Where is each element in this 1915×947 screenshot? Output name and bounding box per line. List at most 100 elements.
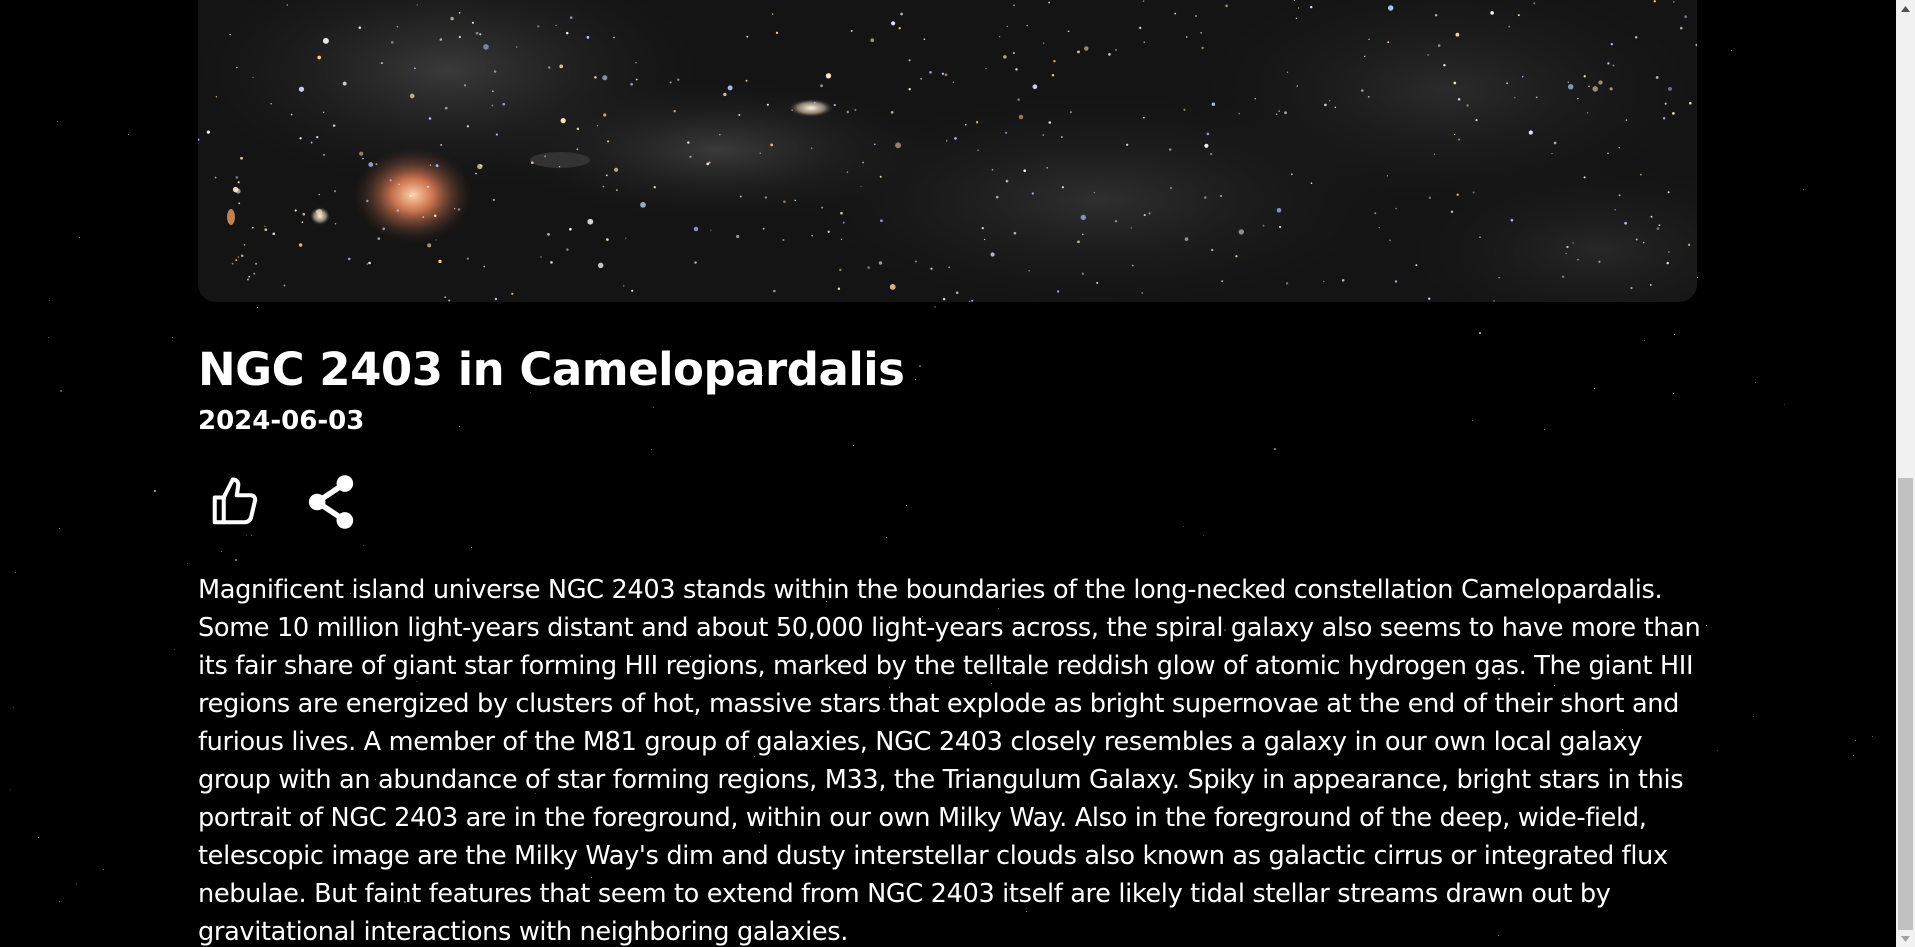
photo-star (428, 117, 432, 120)
photo-star (1577, 97, 1579, 100)
background-star (1183, 526, 1184, 527)
photo-star (1220, 195, 1222, 197)
like-button[interactable] (206, 470, 264, 534)
photo-star (1517, 14, 1520, 17)
photo-star (1184, 237, 1189, 241)
photo-star (1635, 238, 1638, 241)
photo-star (1323, 280, 1325, 283)
photo-star (587, 218, 594, 225)
photo-star (1018, 114, 1024, 120)
photo-star (548, 66, 551, 69)
vertical-scrollbar[interactable] (1896, 0, 1915, 947)
photo-star (942, 297, 946, 301)
photo-star (1650, 215, 1653, 218)
photo-star (1324, 103, 1327, 107)
photo-star (677, 78, 680, 81)
photo-star (890, 111, 894, 114)
background-star (128, 134, 129, 135)
photo-star (332, 124, 336, 127)
photo-star (1013, 4, 1015, 7)
photo-star (1598, 80, 1603, 85)
photo-star (398, 183, 400, 186)
photo-star (240, 254, 244, 258)
photo-star (483, 44, 489, 50)
background-star (1644, 340, 1645, 341)
scroll-up-arrow-icon[interactable] (1896, 0, 1915, 17)
photo-star (954, 137, 957, 140)
photo-star (1687, 243, 1691, 246)
photo-star (299, 137, 302, 140)
photo-star (463, 84, 467, 87)
photo-star (362, 157, 364, 160)
photo-star (975, 121, 979, 124)
photo-star (448, 299, 451, 302)
photo-star (1210, 152, 1213, 156)
photo-star (773, 289, 776, 293)
photo-star (1689, 101, 1692, 105)
background-star (651, 449, 652, 450)
photo-star (640, 202, 646, 208)
background-star (154, 490, 156, 492)
photo-star (243, 244, 246, 246)
photo-star (635, 61, 637, 64)
photo-star (900, 12, 903, 16)
photo-star (491, 104, 494, 107)
photo-star (1662, 117, 1666, 120)
photo-star (238, 202, 241, 205)
photo-star (880, 219, 883, 223)
photo-star (298, 243, 303, 247)
photo-star (396, 25, 399, 28)
photo-star (1096, 281, 1099, 284)
photo-star (1048, 1, 1050, 4)
photo-star (1566, 245, 1569, 249)
photo-star (1668, 251, 1670, 253)
photo-star (1364, 55, 1366, 58)
photo-star (840, 238, 843, 241)
photo-star (653, 186, 656, 189)
photo-star (1535, 96, 1538, 99)
background-star (1872, 736, 1873, 737)
photo-star (981, 226, 984, 230)
background-star (1755, 382, 1756, 383)
photo-star (1291, 173, 1293, 175)
photo-star (426, 185, 429, 188)
photo-star (1080, 214, 1086, 221)
photo-star (1005, 179, 1009, 183)
background-star (38, 837, 39, 838)
photo-star (1185, 36, 1188, 38)
page-title: NGC 2403 in Camelopardalis (198, 343, 905, 396)
apod-image[interactable] (198, 0, 1697, 302)
photo-star (689, 155, 692, 158)
background-star (1697, 277, 1698, 278)
photo-star (1006, 25, 1008, 27)
background-star (906, 505, 907, 506)
photo-star (745, 79, 748, 82)
share-button[interactable] (302, 470, 360, 534)
photo-star (1453, 81, 1457, 85)
photo-star (550, 261, 553, 264)
photo-star (435, 164, 439, 168)
photo-star (1015, 68, 1018, 71)
photo-star (820, 84, 823, 88)
photo-star (1081, 233, 1084, 236)
photo-star (215, 96, 218, 98)
background-star (79, 237, 80, 238)
photo-star (1238, 229, 1245, 235)
photo-star (783, 200, 786, 204)
photo-star (1284, 111, 1287, 115)
background-star (48, 337, 49, 338)
photo-star (837, 287, 841, 290)
photo-star (1506, 82, 1509, 85)
photo-star (1028, 269, 1030, 272)
photo-star (322, 111, 325, 114)
scrollbar-thumb[interactable] (1898, 478, 1913, 930)
photo-star (1437, 44, 1441, 47)
photo-star (1115, 49, 1117, 51)
photo-star (1521, 75, 1524, 78)
photo-star (1498, 276, 1500, 279)
photo-star (605, 174, 608, 177)
photo-star (1276, 207, 1282, 213)
thumbs-up-icon (212, 477, 258, 525)
background-star (915, 379, 916, 380)
scroll-down-arrow-icon[interactable] (1896, 930, 1915, 947)
